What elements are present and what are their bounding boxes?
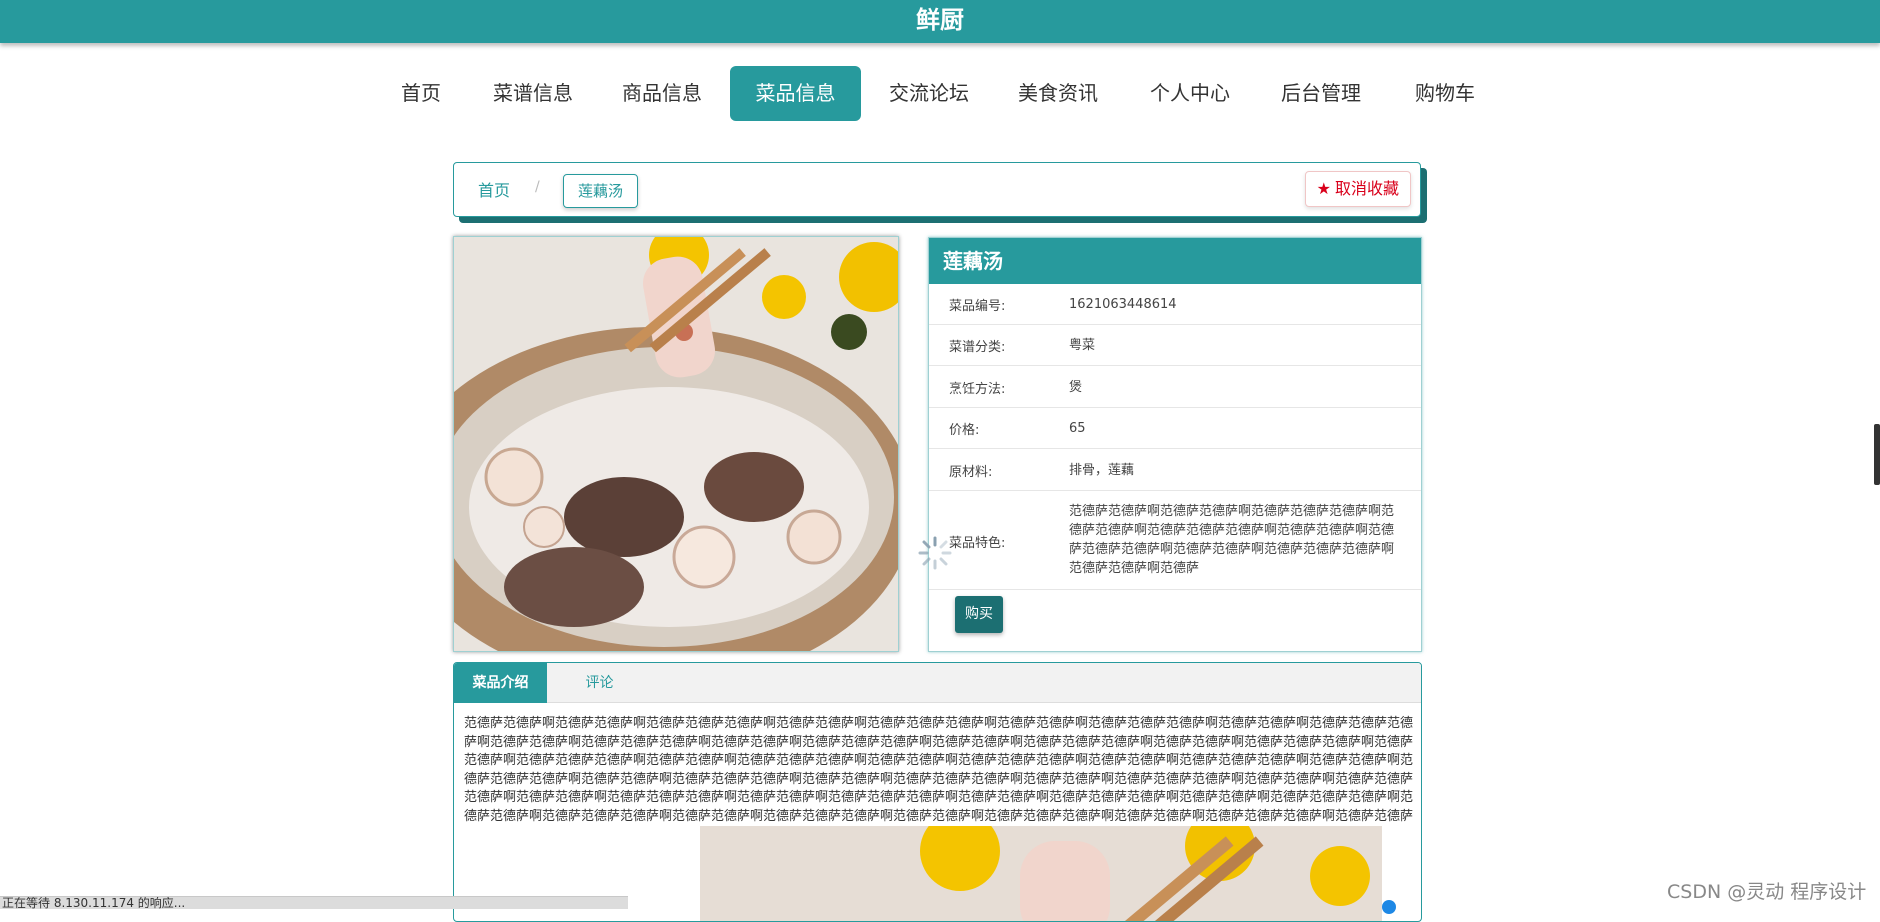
info-label: 菜品特色: [949,536,1006,551]
star-icon: ★ [1316,179,1331,198]
info-value: 煲 [1069,380,1083,395]
breadcrumb-home[interactable]: 首页 [478,177,510,201]
nav-profile[interactable]: 个人中心 [1145,66,1235,121]
tab-comments[interactable]: 评论 [547,663,652,703]
dish-photo [453,236,899,652]
info-value: 粤菜 [1069,338,1096,353]
dish-intro-text: 范德萨范德萨啊范德萨范德萨啊范德萨范德萨范德萨啊范德萨范德萨啊范德萨范德萨范德萨… [464,716,1414,824]
intro-photo [700,826,1382,921]
info-row-price: 价格: 65 [929,408,1421,449]
page-scrollbar-thumb[interactable] [1874,424,1880,485]
buy-button[interactable]: 购买 [955,596,1003,633]
info-row-features: 菜品特色: 范德萨范德萨啊范德萨范德萨啊范德萨范德萨范德萨啊范德萨范德萨啊范德萨… [929,491,1421,590]
info-row-cooking-method: 烹饪方法: 煲 [929,366,1421,408]
nav-dishes[interactable]: 菜品信息 [730,66,861,121]
dish-info-card: 莲藕汤 菜品编号: 1621063448614 菜谱分类: 粤菜 烹饪方法: 煲… [928,237,1422,652]
nav-home[interactable]: 首页 [396,66,446,121]
nav-cart[interactable]: 购物车 [1407,66,1483,121]
nav-food-news[interactable]: 美食资讯 [1013,66,1103,121]
intro-dish-image [700,826,1382,921]
nav-recipes[interactable]: 菜谱信息 [488,66,578,121]
dish-title: 莲藕汤 [929,238,1421,284]
info-label: 价格: [949,423,980,438]
browser-status-bar: 正在等待 8.130.11.174 的响应... [0,896,628,909]
info-row-dish-id: 菜品编号: 1621063448614 [929,284,1421,325]
info-label: 烹饪方法: [949,382,1006,397]
unfavorite-label: 取消收藏 [1334,179,1399,198]
watermark: CSDN @灵动 程序设计 [1667,881,1867,903]
nav-forum[interactable]: 交流论坛 [884,66,974,121]
info-row-ingredients: 原材料: 排骨，莲藕 [929,449,1421,491]
floating-chat-icon[interactable] [1382,900,1396,914]
nav-products[interactable]: 商品信息 [617,66,707,121]
unfavorite-button[interactable]: ★ 取消收藏 [1304,171,1411,207]
info-label: 菜谱分类: [949,340,1006,355]
tab-bar: 菜品介绍 评论 [454,663,1421,703]
main-nav: 首页 菜谱信息 商品信息 菜品信息 交流论坛 美食资讯 个人中心 后台管理 购物… [0,66,1880,121]
loading-spinner-icon [918,536,952,570]
dish-detail-tabs: 菜品介绍 评论 范德萨范德萨啊范德萨范德萨啊范德萨范德萨范德萨啊范德萨范德萨啊范… [453,662,1422,922]
top-bar: 鲜厨 [0,0,1880,43]
breadcrumb: 首页 / 莲藕汤 ★ 取消收藏 [453,162,1421,217]
info-label: 菜品编号: [949,299,1006,314]
info-value: 排骨，莲藕 [1069,463,1135,478]
info-value: 65 [1069,421,1086,436]
info-label: 原材料: [949,465,993,480]
lotus-root-soup-image [454,237,898,651]
info-value: 范德萨范德萨啊范德萨范德萨啊范德萨范德萨范德萨啊范德萨范德萨啊范德萨范德萨范德萨… [1069,504,1394,576]
breadcrumb-separator: / [535,179,540,195]
info-value: 1621063448614 [1069,297,1177,312]
nav-admin[interactable]: 后台管理 [1276,66,1366,121]
info-row-category: 菜谱分类: 粤菜 [929,325,1421,366]
breadcrumb-current[interactable]: 莲藕汤 [563,174,639,208]
tab-dish-intro[interactable]: 菜品介绍 [454,663,547,703]
site-brand: 鲜厨 [916,6,964,34]
